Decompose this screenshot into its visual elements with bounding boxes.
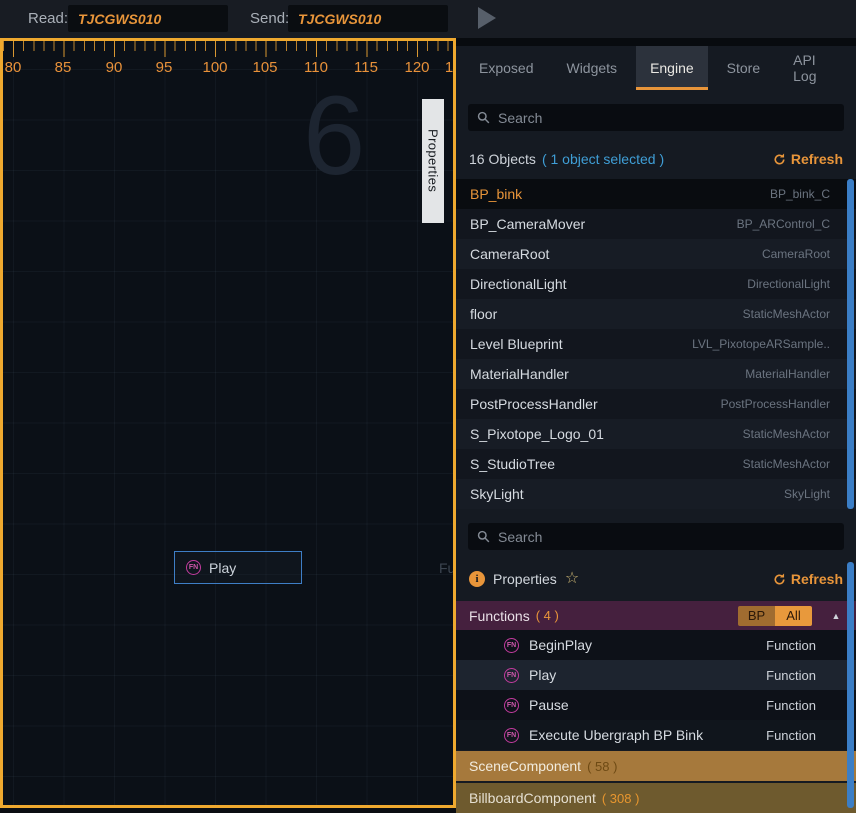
- search-icon: [477, 530, 490, 543]
- read-tally-input[interactable]: [68, 5, 228, 32]
- properties-refresh-button[interactable]: Refresh: [773, 571, 843, 587]
- object-row[interactable]: PostProcessHandler PostProcessHandler: [456, 389, 856, 419]
- ruler-label: 105: [252, 59, 277, 76]
- properties-scrollbar[interactable]: [847, 562, 854, 808]
- object-row[interactable]: Level Blueprint LVL_PixotopeARSample..: [456, 329, 856, 359]
- tab-widgets[interactable]: Widgets: [552, 46, 631, 90]
- function-icon: FN: [504, 668, 519, 683]
- play-icon[interactable]: [478, 7, 496, 29]
- functions-section-label: Functions: [469, 608, 530, 624]
- ruler-label: 100: [202, 59, 227, 76]
- objects-count: 16 Objects: [469, 151, 536, 167]
- read-label: Read:: [28, 10, 68, 27]
- object-row[interactable]: DirectionalLight DirectionalLight: [456, 269, 856, 299]
- object-row[interactable]: SkyLight SkyLight: [456, 479, 856, 509]
- canvas-watermark-digit: 6: [303, 71, 365, 200]
- star-favorite-icon[interactable]: ☆: [565, 571, 579, 587]
- tab-exposed[interactable]: Exposed: [465, 46, 547, 90]
- properties-header: i Properties ☆ Refresh: [456, 565, 856, 593]
- functions-count-badge: ( 4 ): [536, 608, 559, 623]
- info-icon[interactable]: i: [469, 571, 485, 587]
- properties-side-tab[interactable]: Properties: [422, 99, 444, 223]
- clipped-function-text: Func: [439, 560, 456, 576]
- ruler-label: 120: [404, 59, 429, 76]
- objects-selection-status: ( 1 object selected ): [542, 151, 664, 167]
- function-row[interactable]: FN Execute Ubergraph BP Bink Function: [456, 720, 856, 750]
- section-count-badge: ( 308 ): [602, 791, 640, 806]
- object-row[interactable]: floor StaticMeshActor: [456, 299, 856, 329]
- right-panel: Exposed Widgets Engine Store API Log 16 …: [456, 38, 856, 808]
- panel-tab-bar: Exposed Widgets Engine Store API Log: [456, 46, 856, 90]
- bp-filter-button[interactable]: BP: [738, 606, 775, 626]
- send-tally-input[interactable]: [288, 5, 448, 32]
- objects-search-box[interactable]: [468, 104, 844, 131]
- all-filter-button[interactable]: All: [775, 606, 812, 626]
- send-label: Send:: [250, 10, 289, 27]
- function-icon: FN: [504, 638, 519, 653]
- object-row[interactable]: BP_CameraMover BP_ARControl_C: [456, 209, 856, 239]
- object-row[interactable]: S_Pixotope_Logo_01 StaticMeshActor: [456, 419, 856, 449]
- object-list: BP_bink BP_bink_C BP_CameraMover BP_ARCo…: [456, 179, 856, 509]
- scene-component-section-header[interactable]: SceneComponent ( 58 ): [456, 751, 856, 781]
- functions-section-header[interactable]: Functions ( 4 ) BP All ▲: [456, 601, 856, 630]
- ruler-label: 95: [156, 59, 173, 76]
- object-list-scrollbar[interactable]: [847, 179, 854, 509]
- billboard-component-section-header[interactable]: BillboardComponent ( 308 ): [456, 783, 856, 813]
- function-icon: FN: [504, 728, 519, 743]
- properties-title: Properties: [493, 571, 557, 587]
- function-icon: FN: [504, 698, 519, 713]
- objects-header: 16 Objects ( 1 object selected ) Refresh: [456, 145, 856, 173]
- ruler-label: 80: [5, 59, 22, 76]
- section-count-badge: ( 58 ): [587, 759, 617, 774]
- objects-refresh-button[interactable]: Refresh: [773, 151, 843, 167]
- function-icon: FN: [186, 560, 201, 575]
- top-bar: Read: Send:: [0, 0, 856, 38]
- chevron-up-icon[interactable]: ▲: [826, 611, 846, 621]
- tab-api-log[interactable]: API Log: [779, 46, 847, 90]
- tab-store[interactable]: Store: [713, 46, 774, 90]
- bp-all-segmented-control: BP All: [738, 606, 812, 626]
- object-row[interactable]: BP_bink BP_bink_C: [456, 179, 856, 209]
- search-icon: [477, 111, 490, 124]
- ruler-label-partial: 1: [445, 59, 453, 76]
- functions-list: FN BeginPlay Function FN Play Function F…: [456, 630, 856, 750]
- ruler-label: 85: [55, 59, 72, 76]
- ruler-major-ticks: [13, 41, 453, 57]
- object-row[interactable]: MaterialHandler MaterialHandler: [456, 359, 856, 389]
- panel-top-gap: [456, 38, 856, 46]
- properties-search-box[interactable]: [468, 523, 844, 550]
- function-row[interactable]: FN BeginPlay Function: [456, 630, 856, 660]
- refresh-icon: [773, 573, 786, 586]
- objects-search-input[interactable]: [498, 110, 835, 126]
- ruler-label: 90: [106, 59, 123, 76]
- tab-engine[interactable]: Engine: [636, 46, 708, 90]
- object-row[interactable]: CameraRoot CameraRoot: [456, 239, 856, 269]
- function-row[interactable]: FN Play Function: [456, 660, 856, 690]
- refresh-icon: [773, 153, 786, 166]
- play-widget-label: Play: [209, 560, 236, 576]
- properties-search-input[interactable]: [498, 529, 835, 545]
- play-function-widget[interactable]: FN Play: [174, 551, 302, 584]
- viewport-canvas[interactable]: 80 85 90 95 100 105 110 115 120 1 6 Prop…: [0, 38, 456, 808]
- function-row[interactable]: FN Pause Function: [456, 690, 856, 720]
- object-row[interactable]: S_StudioTree StaticMeshActor: [456, 449, 856, 479]
